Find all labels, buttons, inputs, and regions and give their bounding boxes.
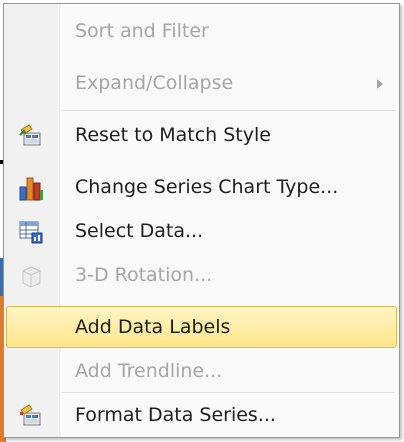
menu-item-select-data[interactable]: Select Data...: [6, 210, 397, 252]
menu-item-label: Sort and Filter: [75, 20, 209, 42]
submenu-arrow-icon: [377, 79, 383, 89]
menu-item-label: Expand/Collapse: [75, 72, 234, 94]
menu-separator: [62, 392, 395, 393]
menu-item-label: Reset to Match Style: [75, 124, 271, 146]
menu-item-label: Select Data...: [75, 220, 204, 242]
menu-item-3d-rotation[interactable]: 3-D Rotation...: [6, 254, 397, 296]
menu-item-add-trendline[interactable]: Add Trendline...: [6, 350, 397, 392]
menu-item-label: 3-D Rotation...: [75, 264, 213, 286]
menu-item-label: Add Data Labels: [75, 316, 231, 338]
3d-rotation-icon: [18, 263, 44, 289]
menu-item-label: Format Data Series...: [75, 404, 276, 426]
menu-item-format-data-series[interactable]: Format Data Series...: [6, 394, 397, 436]
menu-item-sort-and-filter[interactable]: Sort and Filter: [6, 10, 397, 52]
format-series-icon: [18, 403, 44, 429]
chart-type-icon: [18, 175, 44, 201]
menu-item-expand-collapse[interactable]: Expand/Collapse: [6, 62, 397, 104]
menu-item-label: Add Trendline...: [75, 360, 223, 382]
context-menu: Sort and Filter Expand/Collapse Reset to…: [3, 3, 400, 438]
menu-separator: [62, 110, 395, 111]
reset-style-icon: [18, 123, 44, 149]
menu-item-label: Change Series Chart Type...: [75, 176, 339, 198]
select-data-icon: [18, 219, 44, 245]
menu-item-add-data-labels[interactable]: Add Data Labels: [6, 306, 397, 348]
menu-item-change-series-chart-type[interactable]: Change Series Chart Type...: [6, 166, 397, 208]
menu-item-reset-to-match-style[interactable]: Reset to Match Style: [6, 114, 397, 156]
